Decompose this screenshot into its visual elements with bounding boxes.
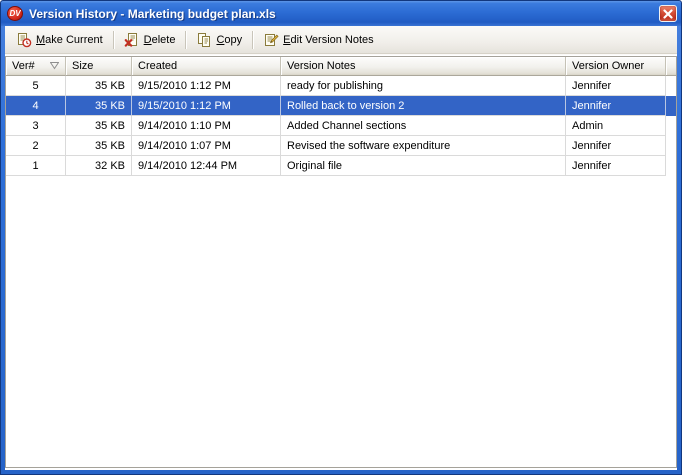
sort-descending-icon — [50, 62, 59, 70]
cell-ver: 5 — [6, 76, 66, 96]
edit-version-notes-label: Edit Version Notes — [283, 34, 374, 46]
cell-ver: 2 — [6, 136, 66, 156]
delete-label: Delete — [144, 34, 176, 46]
delete-icon — [124, 32, 140, 48]
table-row-version-1[interactable]: 1 32 KB 9/14/2010 12:44 PM Original file… — [6, 156, 676, 176]
cell-filler — [666, 136, 677, 156]
cell-owner: Jennifer — [566, 156, 666, 176]
cell-filler — [666, 116, 677, 136]
cell-owner: Jennifer — [566, 136, 666, 156]
cell-size: 32 KB — [66, 156, 132, 176]
column-header-size[interactable]: Size — [66, 57, 132, 76]
cell-filler — [666, 76, 677, 96]
client-area: Make Current Delete — [5, 26, 677, 470]
title-bar[interactable]: DV Version History - Marketing budget pl… — [1, 1, 681, 26]
app-logo-icon: DV — [7, 6, 23, 21]
cell-filler — [666, 96, 677, 116]
table-row-version-2[interactable]: 2 35 KB 9/14/2010 1:07 PM Revised the so… — [6, 136, 676, 156]
table-row-version-3[interactable]: 3 35 KB 9/14/2010 1:10 PM Added Channel … — [6, 116, 676, 136]
table-row-version-4-selected[interactable]: 4 35 KB 9/15/2010 1:12 PM Rolled back to… — [6, 96, 676, 116]
cell-ver: 4 — [6, 96, 66, 116]
cell-owner: Jennifer — [566, 76, 666, 96]
edit-version-notes-icon — [263, 32, 279, 48]
toolbar: Make Current Delete — [5, 26, 677, 54]
cell-created: 9/15/2010 1:12 PM — [132, 96, 281, 116]
column-header-ver-label: Ver# — [12, 60, 35, 72]
cell-owner: Jennifer — [566, 96, 666, 116]
make-current-label: Make Current — [36, 34, 103, 46]
toolbar-separator — [185, 31, 186, 49]
cell-created: 9/15/2010 1:12 PM — [132, 76, 281, 96]
copy-label: Copy — [216, 34, 242, 46]
cell-ver: 1 — [6, 156, 66, 176]
column-header-created[interactable]: Created — [132, 57, 281, 76]
cell-notes: Revised the software expenditure — [281, 136, 566, 156]
cell-notes: ready for publishing — [281, 76, 566, 96]
cell-notes: Added Channel sections — [281, 116, 566, 136]
copy-button[interactable]: Copy — [189, 28, 249, 52]
cell-size: 35 KB — [66, 116, 132, 136]
column-header-version-owner[interactable]: Version Owner — [566, 57, 666, 76]
column-header-ver[interactable]: Ver# — [6, 57, 66, 76]
cell-size: 35 KB — [66, 96, 132, 116]
cell-notes: Original file — [281, 156, 566, 176]
close-icon — [663, 9, 673, 19]
make-current-icon — [16, 32, 32, 48]
cell-ver: 3 — [6, 116, 66, 136]
column-header-filler — [666, 57, 677, 76]
toolbar-separator — [252, 31, 253, 49]
window-title: Version History - Marketing budget plan.… — [29, 7, 659, 21]
edit-version-notes-button[interactable]: Edit Version Notes — [256, 28, 381, 52]
table-header-row: Ver# Size Created Version Notes Version … — [6, 57, 676, 76]
delete-button[interactable]: Delete — [117, 28, 183, 52]
column-header-version-notes[interactable]: Version Notes — [281, 57, 566, 76]
version-history-window: DV Version History - Marketing budget pl… — [0, 0, 682, 475]
toolbar-separator — [113, 31, 114, 49]
cell-notes: Rolled back to version 2 — [281, 96, 566, 116]
list-empty-area — [6, 176, 676, 467]
cell-size: 35 KB — [66, 76, 132, 96]
cell-filler — [666, 156, 677, 176]
cell-created: 9/14/2010 1:10 PM — [132, 116, 281, 136]
close-button[interactable] — [659, 5, 677, 22]
cell-size: 35 KB — [66, 136, 132, 156]
version-list: Ver# Size Created Version Notes Version … — [5, 56, 677, 468]
cell-created: 9/14/2010 12:44 PM — [132, 156, 281, 176]
cell-created: 9/14/2010 1:07 PM — [132, 136, 281, 156]
copy-icon — [196, 32, 212, 48]
table-row-version-5[interactable]: 5 35 KB 9/15/2010 1:12 PM ready for publ… — [6, 76, 676, 96]
cell-owner: Admin — [566, 116, 666, 136]
make-current-button[interactable]: Make Current — [9, 28, 110, 52]
